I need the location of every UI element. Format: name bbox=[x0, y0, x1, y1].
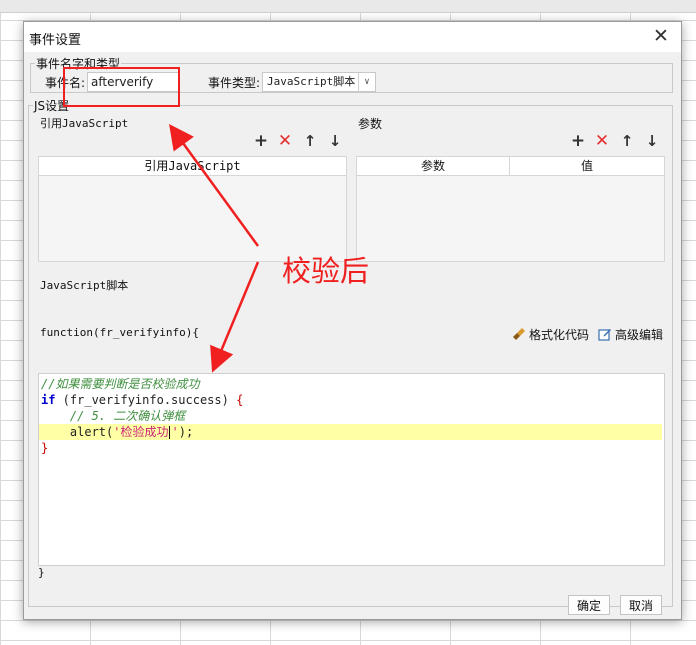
ref-js-column-header[interactable]: 引用JavaScript bbox=[39, 157, 346, 175]
closing-brace: } bbox=[38, 566, 45, 579]
code-token: // 5. 二次确认弹框 bbox=[41, 409, 186, 423]
broom-icon bbox=[513, 328, 525, 340]
code-editor[interactable]: //如果需要判断是否校验成功 if (fr_verifyinfo.success)… bbox=[38, 373, 665, 566]
function-header: function(fr_verifyinfo){ bbox=[40, 326, 199, 339]
code-line[interactable]: if (fr_verifyinfo.success) { bbox=[39, 392, 662, 408]
js-script-label: JavaScript脚本 bbox=[40, 279, 129, 292]
chevron-down-icon[interactable]: ∨ bbox=[358, 73, 375, 91]
params-table-header: 参数 值 bbox=[357, 157, 664, 176]
format-code-label: 格式化代码 bbox=[529, 328, 590, 342]
delete-icon[interactable]: ✕ bbox=[593, 132, 611, 150]
ref-js-label: 引用JavaScript bbox=[40, 117, 129, 130]
add-icon[interactable]: + bbox=[569, 132, 587, 150]
param-column-header[interactable]: 参数 bbox=[357, 157, 510, 175]
code-token: //如果需要判断是否校验成功 bbox=[41, 377, 200, 391]
close-icon[interactable]: ✕ bbox=[651, 26, 671, 46]
ref-js-table-header: 引用JavaScript bbox=[39, 157, 346, 176]
params-table[interactable]: 参数 值 bbox=[356, 156, 665, 262]
code-token: (fr_verifyinfo.success) bbox=[55, 393, 237, 407]
event-type-label: 事件类型: bbox=[208, 76, 261, 90]
move-up-icon[interactable]: ↑ bbox=[301, 132, 319, 150]
delete-icon[interactable]: ✕ bbox=[276, 132, 294, 150]
ref-js-table[interactable]: 引用JavaScript bbox=[38, 156, 347, 262]
code-token: ); bbox=[178, 425, 194, 439]
code-line[interactable]: alert('检验成功 '); bbox=[39, 424, 662, 440]
code-token: if bbox=[41, 393, 56, 407]
annotation-text: 校验后 bbox=[282, 254, 370, 288]
params-label: 参数 bbox=[358, 117, 383, 131]
add-icon[interactable]: + bbox=[252, 132, 270, 150]
code-line[interactable]: // 5. 二次确认弹框 bbox=[39, 408, 662, 424]
ok-button[interactable]: 确定 bbox=[568, 595, 610, 615]
code-token: alert( bbox=[41, 425, 114, 439]
format-code-button[interactable]: 格式化代码 bbox=[512, 326, 589, 343]
move-up-icon[interactable]: ↑ bbox=[618, 132, 636, 150]
move-down-icon[interactable]: ↓ bbox=[643, 132, 661, 150]
code-token: } bbox=[41, 441, 49, 455]
code-token: { bbox=[236, 393, 244, 407]
event-type-value: JavaScript脚本 bbox=[267, 75, 356, 88]
event-type-select[interactable]: JavaScript脚本 ∨ bbox=[262, 72, 376, 92]
code-line[interactable]: } bbox=[39, 440, 662, 456]
code-token: '检验成功 bbox=[113, 425, 169, 439]
dialog-titlebar: 事件设置 ✕ bbox=[24, 22, 681, 52]
code-token: ' bbox=[171, 425, 179, 439]
cancel-button[interactable]: 取消 bbox=[620, 595, 662, 615]
advanced-edit-button[interactable]: 高级编辑 bbox=[598, 326, 663, 343]
spreadsheet-topbar bbox=[0, 0, 696, 13]
edit-icon bbox=[598, 329, 611, 341]
code-line[interactable]: //如果需要判断是否校验成功 bbox=[39, 376, 662, 392]
dialog-title: 事件设置 bbox=[29, 33, 82, 48]
advanced-edit-label: 高级编辑 bbox=[615, 328, 664, 342]
value-column-header[interactable]: 值 bbox=[510, 157, 664, 175]
annotation-highlight-box bbox=[63, 67, 180, 107]
move-down-icon[interactable]: ↓ bbox=[326, 132, 344, 150]
event-settings-dialog: 事件设置 ✕ 事件名字和类型 事件名: afterverify 事件类型: Ja… bbox=[23, 21, 682, 620]
